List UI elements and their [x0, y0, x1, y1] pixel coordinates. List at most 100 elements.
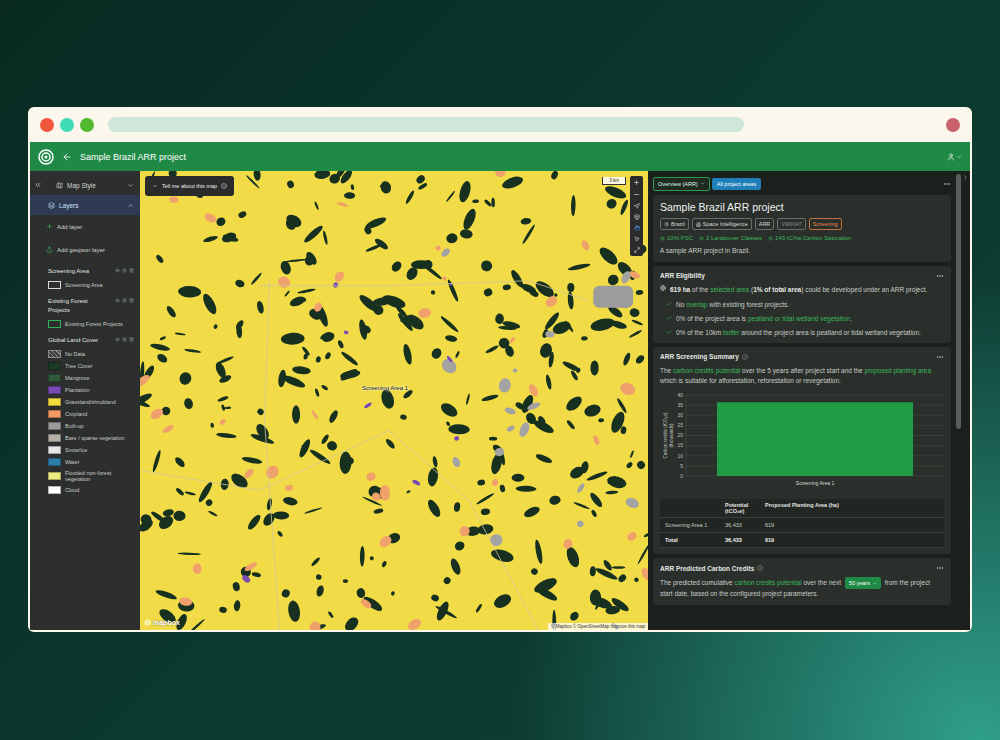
eye-icon[interactable] [115, 337, 120, 342]
more-icon[interactable] [943, 180, 951, 188]
legend-label: Tree Cover [65, 363, 92, 369]
project-description: A sample ARR project in Brazil. [660, 246, 944, 256]
legend-item: Water [30, 456, 140, 468]
pointer-icon[interactable] [634, 236, 640, 242]
gear-icon[interactable] [122, 268, 127, 273]
scrollbar-thumb[interactable] [956, 174, 961, 429]
layer-group: Existing Forest ProjectsExisting Forest … [30, 291, 140, 330]
legend-label: Snow/ice [65, 447, 87, 453]
eye-icon[interactable] [115, 298, 120, 303]
text: ( [749, 286, 753, 293]
svg-text:40: 40 [677, 392, 683, 398]
gear-icon [660, 236, 665, 241]
gear-icon[interactable] [122, 337, 127, 342]
text: ) could be developed under an ARR projec… [801, 286, 927, 293]
text-link[interactable]: carbon credits potential [673, 367, 740, 374]
text-link[interactable]: buffer [723, 329, 740, 336]
area-chip[interactable]: All project areas [712, 178, 761, 190]
chevron-up-icon[interactable] [127, 202, 134, 209]
layers-row[interactable]: Layers [30, 195, 140, 215]
layer-group: Screening AreaScreening Area [30, 261, 140, 291]
text-link[interactable]: overlap [686, 301, 707, 308]
minimize-dot[interactable] [60, 118, 74, 132]
profile-dot[interactable] [946, 118, 960, 132]
map-attribution[interactable]: © Mapbox © OpenStreetMap Improve this ma… [548, 623, 648, 630]
map-controls [630, 176, 643, 256]
card-header: ARR Eligibility [660, 272, 944, 280]
text: over the 5 years after project start and… [740, 367, 864, 374]
card-header: ARR Screening Summary [660, 353, 944, 361]
svg-text:0: 0 [680, 473, 683, 479]
chevron-down-icon[interactable] [956, 154, 962, 160]
logo-icon[interactable] [38, 149, 54, 165]
more-icon[interactable] [936, 564, 944, 572]
fit-bounds-icon[interactable] [634, 247, 640, 253]
project-stat: 2 Landcover Classes [699, 235, 762, 241]
trash-icon[interactable] [129, 337, 134, 342]
stat-label: 143 tC/ha Carbon Saturation [775, 235, 851, 241]
predicted-text: The predicted cumulative carbon credits … [660, 577, 944, 599]
screening-summary-card: ARR Screening SummaryThe carbon credits … [653, 347, 951, 555]
legend-swatch [48, 486, 61, 494]
collapse-icon[interactable] [34, 181, 42, 189]
back-arrow-icon[interactable] [62, 152, 72, 162]
text-link[interactable]: selected area [710, 286, 749, 293]
more-icon[interactable] [936, 272, 944, 280]
user-menu[interactable] [947, 153, 962, 161]
card-header: ARR Predicted Carbon Credits [660, 564, 944, 572]
hand-icon[interactable] [634, 225, 640, 231]
zoom-out-icon[interactable] [633, 191, 640, 198]
eye-icon[interactable] [115, 268, 120, 273]
gear-icon[interactable] [122, 298, 127, 303]
compass-icon[interactable] [634, 203, 640, 209]
eligibility-summary: 619 ha of the selected area (1% of total… [660, 285, 944, 295]
app-header: Sample Brazil ARR project [30, 142, 970, 171]
svg-text:10: 10 [677, 453, 683, 459]
zoom-in-icon[interactable] [633, 179, 640, 186]
text: The predicted cumulative [660, 579, 734, 586]
legend-item: Snow/ice [30, 444, 140, 456]
chevron-down-icon[interactable] [127, 182, 134, 189]
tag-label: Space Intelligence [703, 221, 748, 227]
trash-icon[interactable] [129, 298, 134, 303]
text-link[interactable]: proposed planting area [865, 367, 932, 374]
panel-scroll-strip [954, 171, 970, 630]
card-title: ARR Predicted Carbon Credits [660, 565, 754, 572]
tag-label: ARR [759, 221, 771, 227]
more-icon[interactable] [936, 353, 944, 361]
expand-panel-icon[interactable] [962, 174, 969, 181]
legend-swatch [48, 398, 61, 406]
view-select[interactable]: Overview (ARR) [653, 177, 710, 191]
user-icon[interactable] [947, 153, 955, 161]
info-icon[interactable] [757, 565, 763, 571]
address-bar[interactable] [108, 117, 744, 132]
table-header-row: Potential (tCO₂e)Proposed Planting Area … [660, 499, 944, 518]
add-geojson-button[interactable]: Add geojson layer [30, 238, 140, 261]
text-link[interactable]: carbon credits potential [734, 579, 801, 586]
terrain-icon[interactable] [634, 214, 640, 220]
close-dot[interactable] [40, 118, 54, 132]
land-cover-map[interactable] [140, 171, 648, 630]
legend-swatch [48, 374, 61, 382]
layer-group-actions [115, 297, 134, 303]
add-layer-button[interactable]: Add layer [30, 215, 140, 238]
globe-icon [660, 285, 666, 291]
svg-text:5: 5 [680, 463, 683, 469]
stat-row: 10% PSC2 Landcover Classes143 tC/ha Carb… [660, 235, 944, 241]
legend-item: Plantation [30, 384, 140, 396]
predicted-credits-card: ARR Predicted Carbon Credits The predicte… [653, 558, 951, 605]
browser-window: Sample Brazil ARR project Map Style Layers… [28, 107, 972, 632]
map[interactable]: Tell me about this map3 kmScreening Area… [140, 171, 648, 630]
svg-text:20: 20 [677, 433, 683, 439]
mapbox-logo[interactable]: mapbox [144, 619, 180, 626]
maximize-dot[interactable] [80, 118, 94, 132]
map-style-row[interactable]: Map Style [30, 175, 140, 195]
layers-label: Layers [59, 202, 123, 209]
tell-me-button[interactable]: Tell me about this map [145, 176, 234, 196]
trash-icon[interactable] [129, 268, 134, 273]
table-header-cell [660, 499, 720, 518]
info-icon[interactable] [742, 354, 748, 360]
project-tag: ARR [755, 218, 775, 230]
years-select[interactable]: 50 years [845, 577, 881, 589]
text-link[interactable]: peatland or tidal wetland vegetation [748, 315, 850, 322]
